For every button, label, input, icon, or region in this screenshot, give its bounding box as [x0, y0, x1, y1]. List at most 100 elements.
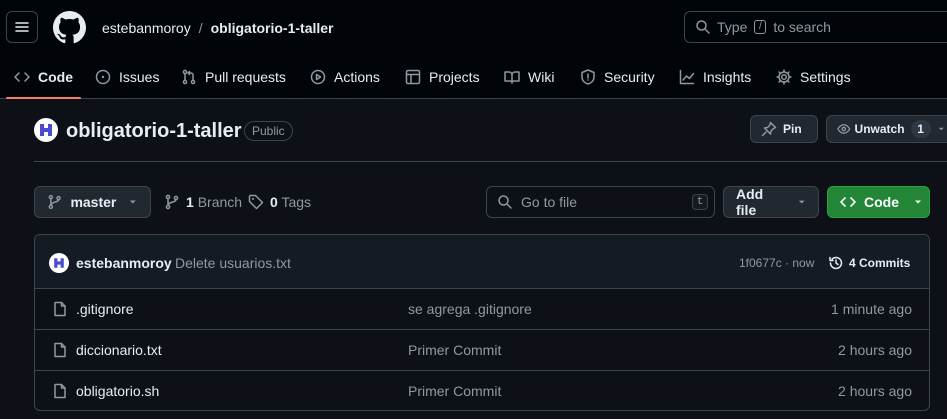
book-icon — [504, 71, 520, 84]
tab-actions[interactable]: Actions — [310, 56, 380, 98]
tab-label: Settings — [800, 69, 851, 85]
search-prefix: Type — [717, 19, 748, 35]
add-file-button[interactable]: Add file — [723, 186, 819, 218]
tab-label: Security — [604, 69, 655, 85]
file-name-link[interactable]: diccionario.txt — [76, 342, 162, 358]
tab-label: Code — [38, 69, 73, 85]
git-pull-request-icon — [182, 69, 196, 85]
code-button[interactable]: Code — [827, 186, 930, 218]
git-branch-icon — [48, 194, 61, 210]
file-name-link[interactable]: .gitignore — [76, 301, 134, 317]
go-to-file-placeholder: Go to file — [521, 194, 578, 210]
file-table: estebanmoroy Delete usuarios.txt 1f0677c… — [34, 234, 930, 411]
file-commit-time: 2 hours ago — [838, 383, 912, 399]
tab-label: Issues — [119, 69, 160, 85]
chevron-down-icon — [798, 200, 805, 204]
chevron-down-icon — [130, 200, 137, 204]
breadcrumb: estebanmoroy / obligatorio-1-taller — [102, 18, 334, 38]
code-button-label: Code — [864, 194, 899, 210]
graph-icon — [679, 69, 695, 85]
unwatch-button[interactable]: Unwatch 1 — [826, 115, 947, 143]
identicon-icon — [40, 124, 52, 136]
file-icon — [54, 342, 66, 358]
tag-icon — [248, 194, 264, 210]
breadcrumb-separator: / — [198, 20, 203, 36]
branches-label: Branch — [197, 194, 243, 210]
table-icon — [405, 69, 421, 85]
play-icon — [310, 69, 326, 85]
branches-link[interactable]: 1 Branch — [164, 193, 242, 211]
search-suffix: to search — [773, 19, 831, 35]
repo-tabs: Code Issues Pull requests Actions Projec… — [0, 56, 947, 99]
file-row: obligatorio.sh Primer Commit 2 hours ago — [35, 370, 929, 410]
latest-commit-row: estebanmoroy Delete usuarios.txt 1f0677c… — [35, 235, 929, 289]
tab-projects[interactable]: Projects — [405, 56, 480, 98]
shield-icon — [581, 69, 595, 85]
tags-label: Tags — [281, 194, 312, 210]
gear-icon — [776, 69, 792, 85]
unwatch-label: Unwatch — [854, 122, 905, 136]
file-commit-message-link[interactable]: Primer Commit — [408, 383, 501, 399]
tab-label: Pull requests — [205, 69, 286, 85]
file-commit-message-link[interactable]: Primer Commit — [408, 342, 501, 358]
commit-author-avatar[interactable] — [49, 253, 69, 273]
visibility-badge: Public — [244, 121, 293, 141]
tab-code[interactable]: Code — [6, 56, 81, 99]
global-header: estebanmoroy / obligatorio-1-taller Type… — [0, 0, 947, 56]
tags-link[interactable]: 0 Tags — [248, 193, 311, 211]
menu-button[interactable] — [6, 11, 38, 43]
divider — [34, 161, 947, 162]
file-icon — [54, 301, 66, 317]
tab-pull-requests[interactable]: Pull requests — [181, 56, 286, 98]
file-icon — [54, 383, 66, 399]
github-logo-icon[interactable] — [53, 11, 86, 44]
tags-count: 0 — [270, 194, 278, 210]
tab-security[interactable]: Security — [580, 56, 655, 98]
commits-count-label: 4 Commits — [849, 256, 911, 270]
tab-wiki[interactable]: Wiki — [504, 56, 554, 98]
tab-label: Projects — [429, 69, 480, 85]
branch-select-button[interactable]: master — [34, 186, 151, 218]
file-name-link[interactable]: obligatorio.sh — [76, 383, 159, 399]
breadcrumb-owner-link[interactable]: estebanmoroy — [102, 20, 191, 36]
tab-insights[interactable]: Insights — [679, 56, 751, 98]
search-icon — [498, 195, 512, 209]
repo-title[interactable]: obligatorio-1-taller — [66, 118, 242, 144]
tab-issues[interactable]: Issues — [95, 56, 159, 98]
breadcrumb-repo-link[interactable]: obligatorio-1-taller — [211, 20, 334, 36]
issue-opened-icon — [95, 69, 111, 85]
file-commit-time: 2 hours ago — [838, 342, 912, 358]
history-icon — [829, 256, 843, 270]
branch-name: master — [70, 194, 117, 210]
file-commit-time: 1 minute ago — [831, 301, 912, 317]
go-to-file-input[interactable]: Go to file t — [486, 186, 715, 218]
pin-icon — [761, 121, 777, 137]
chevron-down-icon — [938, 127, 944, 131]
branches-count: 1 — [186, 194, 194, 210]
tab-label: Actions — [334, 69, 380, 85]
pin-label: Pin — [783, 122, 802, 136]
eye-icon — [837, 124, 851, 134]
tab-label: Wiki — [528, 69, 555, 85]
search-icon — [696, 20, 710, 34]
file-row: diccionario.txt Primer Commit 2 hours ag… — [35, 329, 929, 370]
tab-label: Insights — [703, 69, 752, 85]
commit-author-link[interactable]: estebanmoroy — [76, 255, 172, 271]
code-icon — [14, 72, 30, 82]
chevron-down-icon — [915, 200, 921, 204]
tab-settings[interactable]: Settings — [776, 56, 851, 98]
owner-avatar[interactable] — [34, 118, 58, 142]
search-shortcut-key: / — [754, 20, 767, 34]
search-input[interactable]: Type / to search — [684, 11, 947, 43]
pin-button[interactable]: Pin — [750, 115, 818, 143]
code-icon — [840, 197, 856, 207]
add-file-label: Add file — [736, 186, 764, 218]
go-to-file-shortcut-key: t — [692, 194, 708, 210]
identicon-icon — [54, 258, 64, 268]
commits-history-link[interactable]: 4 Commits — [828, 253, 910, 273]
file-commit-message-link[interactable]: se agrega .gitignore — [408, 301, 532, 317]
git-branch-icon — [165, 194, 179, 210]
commit-hash-time[interactable]: 1f0677c · now — [739, 256, 814, 270]
hamburger-icon — [15, 22, 29, 32]
commit-message-link[interactable]: Delete usuarios.txt — [175, 255, 291, 271]
